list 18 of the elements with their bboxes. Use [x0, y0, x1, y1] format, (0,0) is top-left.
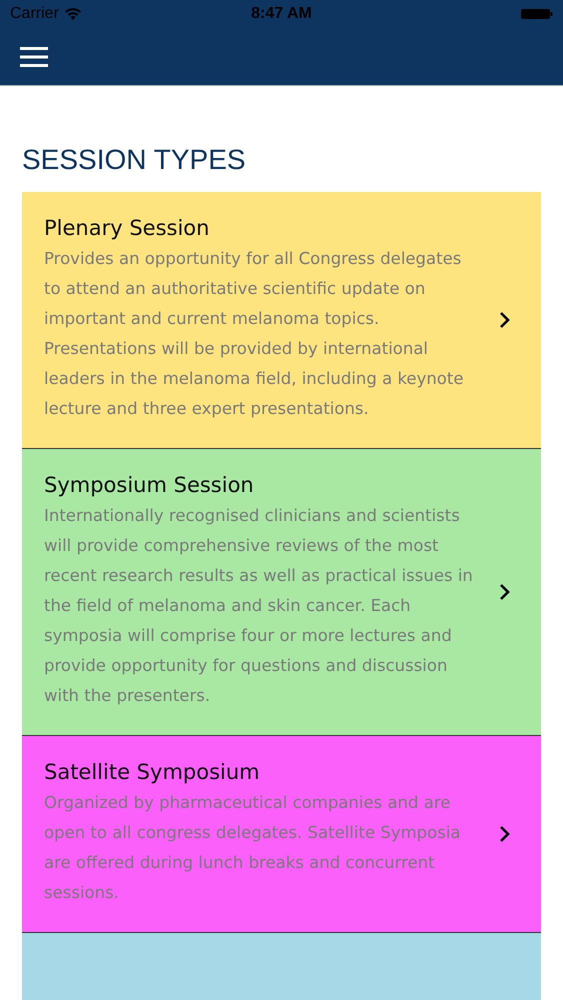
page-heading: SESSION TYPES	[22, 144, 247, 176]
session-title: Symposium Session	[44, 473, 255, 497]
chevron-right-icon	[499, 583, 511, 601]
session-card[interactable]	[22, 449, 541, 736]
session-card[interactable]	[22, 192, 541, 449]
session-description: Internationally recognised clinicians and scientists will provide comprehensive reviews of the most recent research results as well as practical issues in the field of melanoma and skin cancer. Each symposia will comprise four or more lectures and provide opportunity for questions and discussion with the presenters.	[44, 505, 474, 707]
wifi-icon	[64, 8, 81, 20]
chevron-right-icon	[499, 311, 511, 329]
chevron-right-icon	[499, 825, 511, 843]
carrier-name: Carrier	[10, 5, 59, 23]
battery-icon	[521, 8, 553, 20]
menu-button[interactable]	[20, 46, 48, 66]
session-title: Plenary Session	[44, 216, 210, 240]
session-title: Satellite Symposium	[44, 760, 261, 784]
status-time: 8:47 AM	[251, 5, 312, 23]
session-description: Organized by pharmaceutical companies and are open to all congress delegates. Satellite Symposia are offered during lunch breaks and concurrent sessions.	[44, 792, 462, 904]
session-card[interactable]: Satellite Symposium Organized by pharmaceutical companies and are open to all congress delegates. Satellite Symposia are offered during lunch breaks and concurrent sessions.	[22, 736, 541, 933]
session-description: Provides an opportunity for all Congress delegates to attend an authoritative scientific update on important and current melanoma topics. Presentations will be provided by international leaders in the melanoma field, including a keynote lecture and three expert presentations.	[44, 248, 465, 420]
